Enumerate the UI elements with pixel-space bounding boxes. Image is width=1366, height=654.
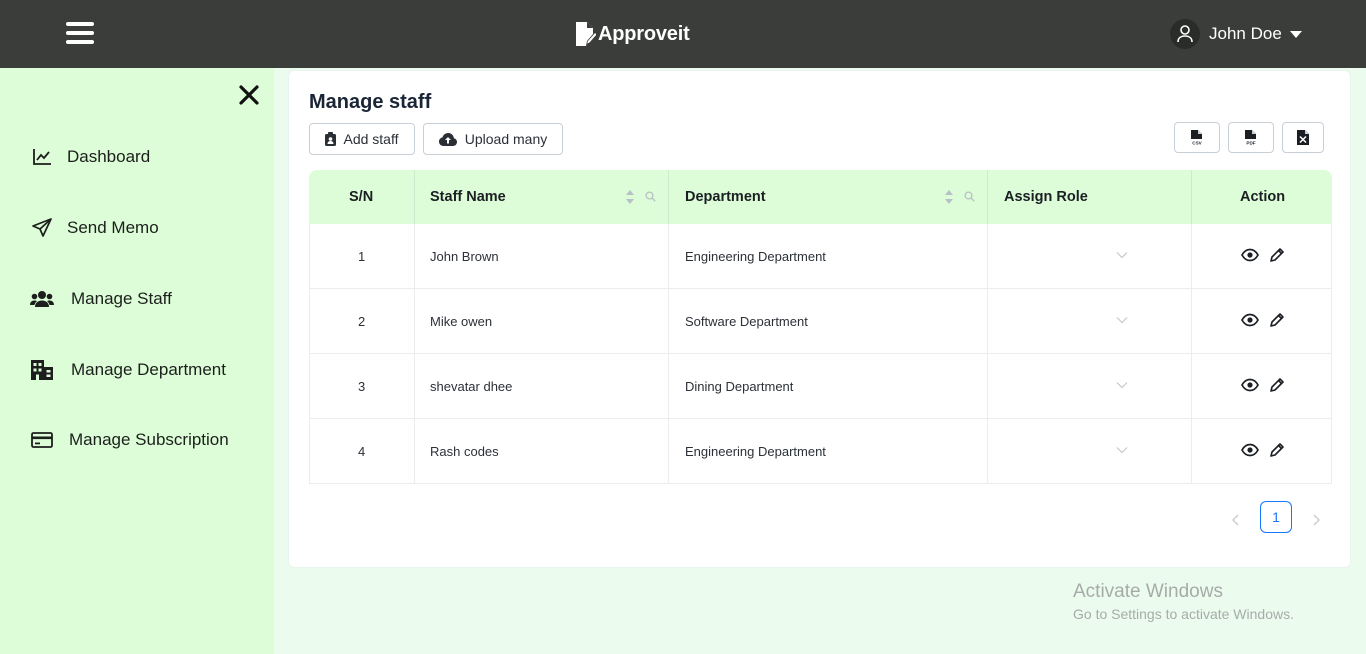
hamburger-menu-icon[interactable] <box>66 22 94 46</box>
csv-file-icon: CSV <box>1191 129 1203 145</box>
user-menu[interactable]: John Doe <box>1170 19 1302 49</box>
svg-text:CSV: CSV <box>1192 140 1202 145</box>
assign-role-select[interactable] <box>988 354 1191 419</box>
column-header-assign-role: Assign Role <box>1004 189 1088 205</box>
edit-pencil-icon[interactable] <box>1269 312 1285 328</box>
edit-pencil-icon[interactable] <box>1269 377 1285 393</box>
sidebar-item-label: Manage Subscription <box>69 430 229 449</box>
pagination-next-icon[interactable] <box>1306 510 1326 530</box>
sidebar-item-manage-department[interactable]: Manage Department <box>30 355 226 385</box>
chevron-down-icon <box>1116 317 1128 324</box>
document-edit-icon <box>576 22 596 46</box>
view-eye-icon[interactable] <box>1241 313 1259 327</box>
sidebar-item-label: Dashboard <box>67 147 151 166</box>
paper-plane-icon <box>30 216 54 240</box>
column-header-staff-name: Staff Name <box>430 189 506 205</box>
upload-many-label: Upload many <box>464 131 548 147</box>
close-icon[interactable] <box>238 84 260 106</box>
cell-staff-name: shevatar dhee <box>430 379 513 394</box>
sidebar-item-label: Send Memo <box>67 218 159 237</box>
user-avatar-icon <box>1170 19 1200 49</box>
watermark-subtitle: Go to Settings to activate Windows. <box>1073 606 1294 622</box>
table-row: 2 Mike owen Software Department <box>309 289 1332 354</box>
credit-card-icon <box>30 428 54 452</box>
assign-role-select[interactable] <box>988 289 1191 354</box>
chevron-down-icon <box>1116 447 1128 454</box>
brand-logo: Approveit <box>574 20 690 48</box>
edit-pencil-icon[interactable] <box>1269 247 1285 263</box>
cell-department: Engineering Department <box>685 444 826 459</box>
windows-activation-watermark: Activate Windows Go to Settings to activ… <box>1073 581 1294 622</box>
users-icon <box>30 287 54 311</box>
view-eye-icon[interactable] <box>1241 248 1259 262</box>
chart-line-icon <box>30 145 54 169</box>
search-icon[interactable] <box>645 191 656 202</box>
cell-department: Software Department <box>685 314 808 329</box>
cell-sn: 1 <box>358 249 366 264</box>
sort-icon[interactable] <box>944 189 954 205</box>
cloud-upload-icon <box>438 132 457 146</box>
page-title: Manage staff <box>309 91 432 113</box>
user-name: John Doe <box>1209 24 1282 43</box>
cell-sn: 4 <box>358 444 366 459</box>
cell-staff-name: Rash codes <box>430 444 499 459</box>
excel-file-icon <box>1297 130 1309 145</box>
search-icon[interactable] <box>964 191 975 202</box>
column-header-department: Department <box>685 189 766 205</box>
top-navbar: Approveit John Doe <box>0 0 1366 68</box>
export-pdf-button[interactable]: PDF <box>1228 122 1274 153</box>
cell-department: Engineering Department <box>685 249 826 264</box>
pagination-page-1[interactable]: 1 <box>1260 501 1292 533</box>
table-header: S/N Staff Name Department Assign Role Ac… <box>309 170 1332 224</box>
sidebar-item-manage-staff[interactable]: Manage Staff <box>30 284 172 314</box>
view-eye-icon[interactable] <box>1241 443 1259 457</box>
chevron-down-icon <box>1116 252 1128 259</box>
chevron-down-icon <box>1289 30 1302 38</box>
column-header-action: Action <box>1240 189 1286 205</box>
chevron-down-icon <box>1116 382 1128 389</box>
view-eye-icon[interactable] <box>1241 378 1259 392</box>
pagination-prev-icon[interactable] <box>1226 510 1246 530</box>
building-icon <box>30 358 54 382</box>
sidebar-item-manage-subscription[interactable]: Manage Subscription <box>30 425 229 455</box>
main-card: Manage staff Add staff Upload many CSV P… <box>288 70 1351 568</box>
assign-role-select[interactable] <box>988 419 1191 484</box>
export-csv-button[interactable]: CSV <box>1174 122 1220 153</box>
cell-sn: 3 <box>358 379 366 394</box>
add-staff-button[interactable]: Add staff <box>309 123 415 155</box>
cell-sn: 2 <box>358 314 366 329</box>
table-row: 1 John Brown Engineering Department <box>309 224 1332 289</box>
sort-icon[interactable] <box>625 189 635 205</box>
svg-text:PDF: PDF <box>1246 140 1255 145</box>
sidebar: Dashboard Send Memo Manage Staff Manage … <box>0 68 274 654</box>
sidebar-item-label: Manage Staff <box>71 289 172 308</box>
cell-staff-name: Mike owen <box>430 314 493 329</box>
assign-role-select[interactable] <box>988 224 1191 289</box>
export-excel-button[interactable] <box>1282 122 1324 153</box>
upload-many-button[interactable]: Upload many <box>423 123 563 155</box>
sidebar-item-label: Manage Department <box>71 360 226 379</box>
table-row: 4 Rash codes Engineering Department <box>309 419 1332 484</box>
column-header-sn: S/N <box>349 189 374 205</box>
edit-pencil-icon[interactable] <box>1269 442 1285 458</box>
staff-table: S/N Staff Name Department Assign Role Ac… <box>309 170 1332 484</box>
watermark-title: Activate Windows <box>1073 581 1223 602</box>
table-row: 3 shevatar dhee Dining Department <box>309 354 1332 419</box>
cell-department: Dining Department <box>685 379 794 394</box>
sidebar-item-dashboard[interactable]: Dashboard <box>30 142 150 172</box>
pdf-file-icon: PDF <box>1245 129 1256 145</box>
cell-staff-name: John Brown <box>430 249 499 264</box>
brand-name: Approveit <box>598 22 690 45</box>
add-staff-label: Add staff <box>343 131 399 147</box>
clipboard-user-icon <box>325 132 337 146</box>
sidebar-item-send-memo[interactable]: Send Memo <box>30 213 159 243</box>
